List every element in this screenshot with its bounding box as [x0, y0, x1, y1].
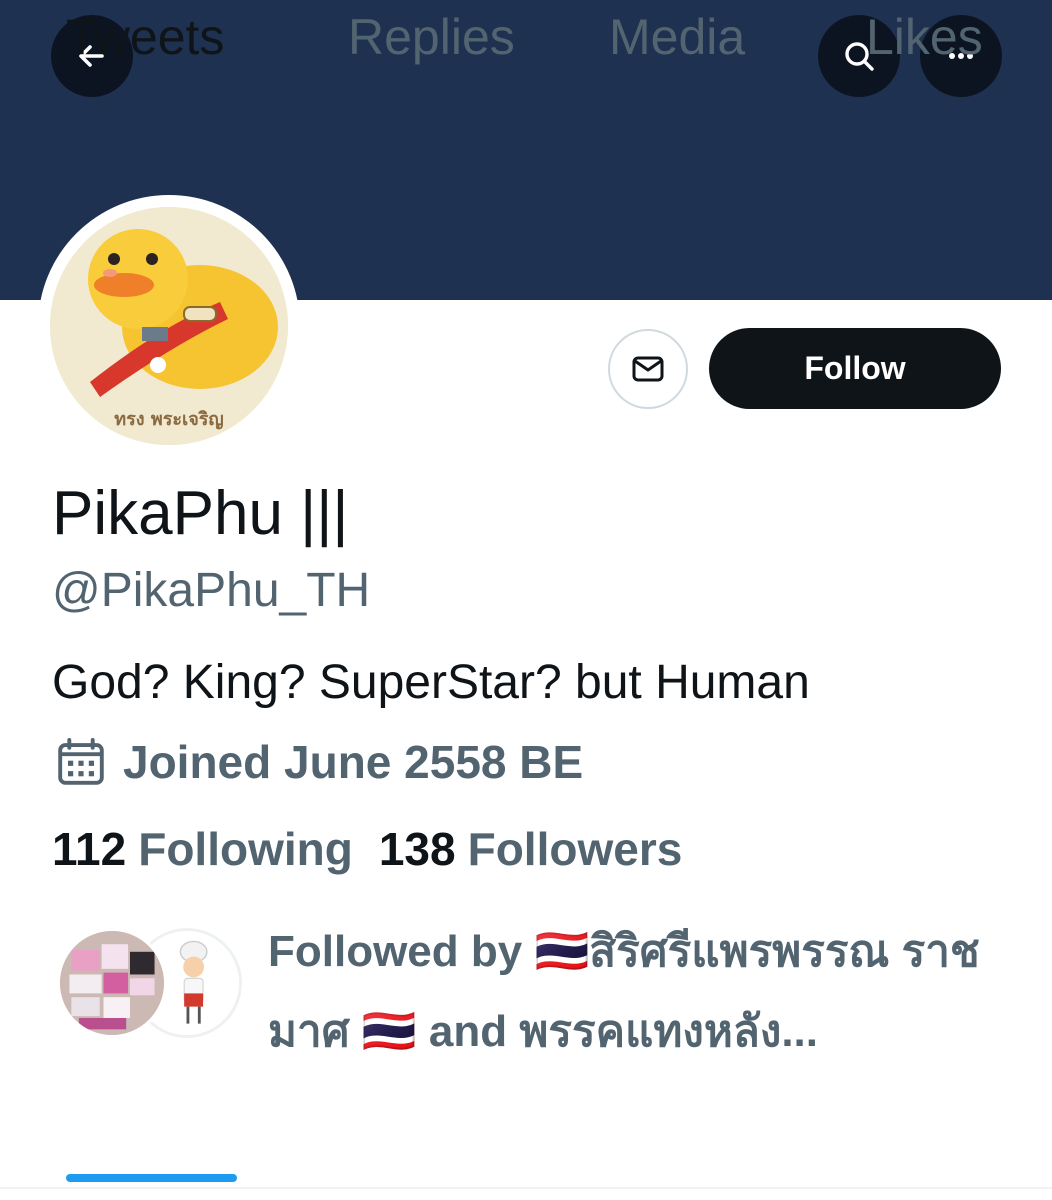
followed-by-text[interactable]: Followed by 🇹🇭สิริศรีแพรพรรณ ราชมาศ 🇹🇭 a… [268, 912, 1008, 1072]
mutual-followers-avatars[interactable] [57, 928, 242, 1038]
calendar-icon [58, 737, 104, 785]
profile-bio: God? King? SuperStar? but Human [52, 656, 810, 709]
joined-text: Joined June 2558 BE [123, 736, 584, 788]
tab-replies[interactable]: Replies [348, 8, 515, 66]
tab-tweets[interactable]: Tweets [66, 8, 224, 66]
envelope-icon [632, 356, 664, 382]
duck-avatar-image: ทรง พระเจริญ [50, 207, 288, 445]
display-name: PikaPhu ||| [52, 479, 349, 548]
message-button[interactable] [608, 329, 688, 409]
following-link[interactable]: 112 Following [52, 822, 353, 876]
followers-label: Followers [467, 823, 683, 875]
following-label: Following [138, 823, 353, 875]
avatar-caption: ทรง พระเจริญ [114, 409, 224, 430]
following-count: 112 [52, 823, 127, 875]
active-tab-indicator [66, 1174, 237, 1182]
followers-link[interactable]: 138 Followers [379, 822, 682, 876]
joined-date: Joined June 2558 BE [55, 733, 583, 791]
user-handle: @PikaPhu_TH [52, 564, 371, 617]
tab-likes[interactable]: Likes [866, 8, 983, 66]
tabs-divider [0, 1187, 1052, 1189]
follow-stats: 112 Following 138 Followers [52, 822, 682, 876]
profile-avatar[interactable]: ทรง พระเจริญ [38, 195, 300, 457]
followers-count: 138 [378, 823, 456, 875]
follow-button[interactable]: Follow [709, 328, 1001, 409]
tab-media[interactable]: Media [609, 8, 745, 66]
mutual-avatar-posters [57, 928, 167, 1038]
